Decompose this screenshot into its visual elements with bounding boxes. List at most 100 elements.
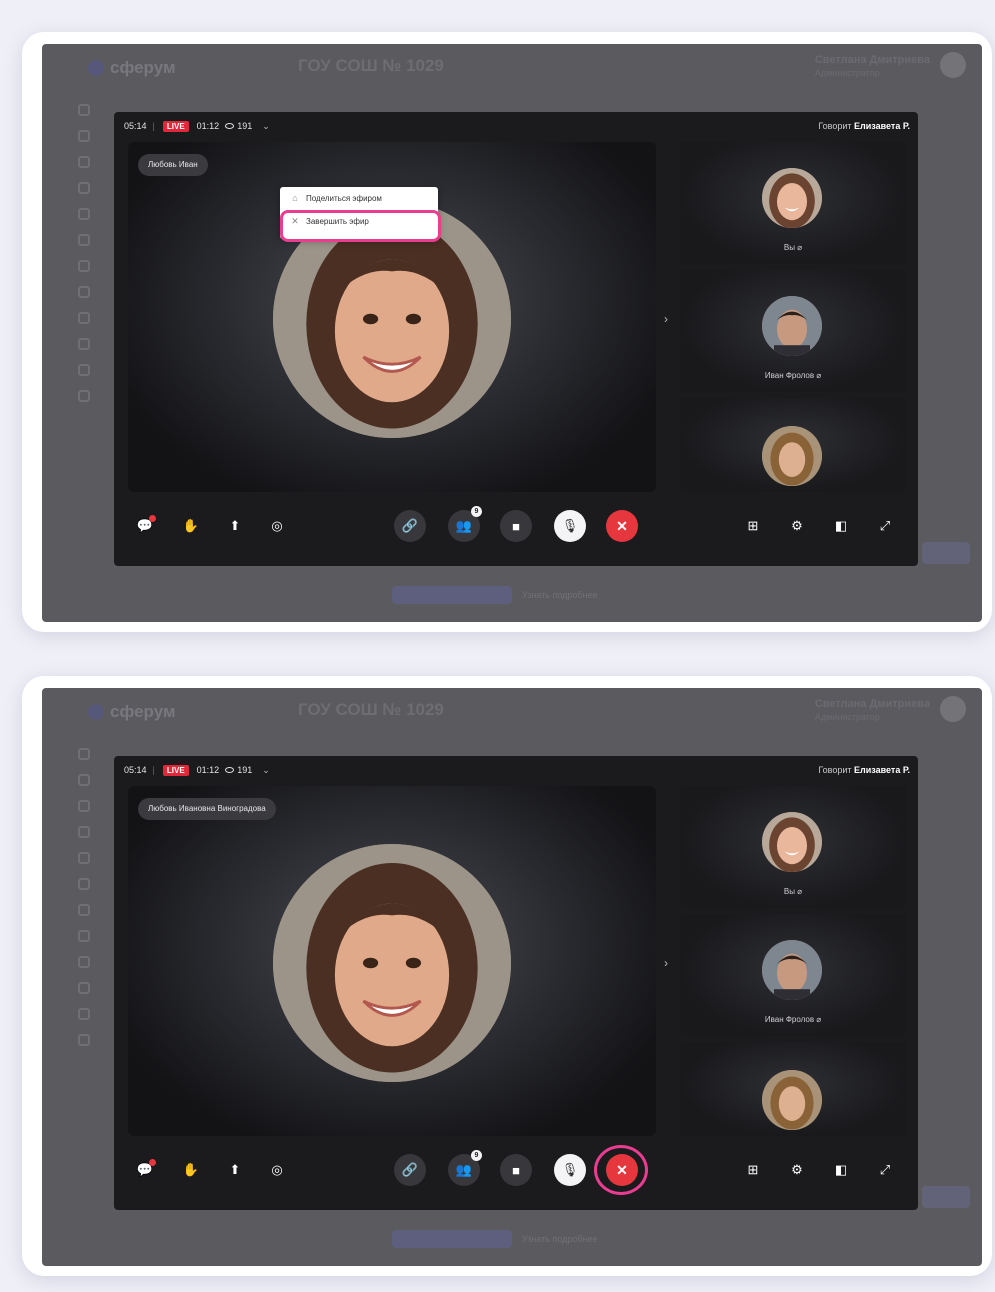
raise-hand-button[interactable]: ✋ (180, 515, 202, 537)
participants-button[interactable]: 👥 9 (448, 1150, 482, 1186)
camera-button[interactable]: ■ (500, 510, 532, 542)
picture-in-picture-button[interactable]: ◧ (830, 1159, 852, 1181)
share-screen-button[interactable]: ⬆ (224, 1159, 246, 1181)
logo-icon (88, 60, 104, 76)
hand-icon: ✋ (182, 1162, 200, 1177)
school-title: ГОУ СОШ № 1029 (298, 700, 444, 719)
sidebar-icon (78, 852, 90, 864)
man-face-icon (762, 296, 822, 356)
woman-face-icon (762, 1070, 822, 1130)
gear-icon: ⚙ (791, 1162, 803, 1177)
background-sidebar (78, 748, 94, 1060)
participant-label: Иван Фролов ⌀ (764, 371, 822, 380)
sidebar-icon (78, 904, 90, 916)
participants-strip: Вы ⌀ Иван Фролов ⌀ (680, 786, 906, 1136)
layout-grid-button[interactable]: ⊞ (742, 515, 764, 537)
camera-button[interactable]: ■ (500, 1154, 532, 1186)
man-face-icon (762, 940, 822, 1000)
participant-face (273, 844, 511, 1082)
settings-button[interactable]: ⚙ (786, 1159, 808, 1181)
sidebar-icon (78, 130, 90, 142)
link-icon: 🔗 (401, 1162, 419, 1177)
fullscreen-button[interactable]: ⤢ (874, 515, 896, 537)
chat-button[interactable]: 💬 (134, 515, 156, 537)
layout-grid-button[interactable]: ⊞ (742, 1159, 764, 1181)
broadcast-button[interactable]: ◎ (266, 515, 288, 537)
chevron-right-icon[interactable]: › (664, 312, 668, 326)
background-header: сферум ГОУ СОШ № 1029 Светлана Дмитриева… (42, 688, 982, 738)
microphone-button[interactable]: 🎙 (554, 510, 586, 542)
sidebar-icon (78, 800, 90, 812)
separator: | (152, 765, 155, 775)
sidebar-icon (78, 260, 90, 272)
sidebar-icon (78, 208, 90, 220)
avatar (940, 52, 966, 78)
menu-item-share-stream[interactable]: ⌂ Поделиться эфиром (280, 187, 438, 209)
sidebar-icon (78, 878, 90, 890)
participant-tile[interactable] (680, 1042, 906, 1136)
participant-name-pill: Любовь Иван (138, 154, 208, 176)
picture-in-picture-button[interactable]: ◧ (830, 515, 852, 537)
mic-off-icon: ⌀ (797, 243, 803, 252)
raise-hand-button[interactable]: ✋ (180, 1159, 202, 1181)
call-controls: 💬 ✋ ⬆ ◎ 🔗 👥 9 ■ 🎙 ✕ ⊞ ⚙ ◧ ⤢ (114, 1145, 918, 1195)
expand-icon: ⤢ (879, 518, 891, 533)
sidebar-icon (78, 338, 90, 350)
share-icon: ⌂ (292, 193, 298, 203)
chevron-down-icon[interactable]: ⌄ (262, 765, 270, 776)
share-screen-icon: ⬆ (229, 518, 241, 533)
copy-link-button[interactable]: 🔗 (394, 510, 426, 542)
background-header: сферум ГОУ СОШ № 1029 Светлана Дмитриева… (42, 44, 982, 94)
camera-icon: ■ (512, 1162, 520, 1178)
call-controls: 💬 ✋ ⬆ ◎ 🔗 👥 9 ■ 🎙 ✕ ⊞ ⚙ ◧ ⤢ (114, 506, 918, 546)
broadcast-button[interactable]: ◎ (266, 1159, 288, 1181)
clock: 05:14 (124, 121, 147, 131)
chevron-down-icon[interactable]: ⌄ (262, 121, 270, 132)
mic-off-icon: ⌀ (797, 887, 803, 896)
close-icon: ✕ (616, 517, 628, 534)
participant-tile[interactable] (680, 398, 906, 492)
pip-icon: ◧ (834, 1162, 848, 1177)
participant-face (762, 812, 822, 872)
background-right-button (922, 1186, 970, 1208)
sidebar-icon (78, 1008, 90, 1020)
stream-duration: 01:12 (196, 121, 220, 131)
highlight-ring (280, 210, 441, 242)
people-icon: 👥 (455, 1162, 473, 1177)
mic-off-icon: ⌀ (816, 1015, 822, 1024)
background-right-button (922, 542, 970, 564)
highlight-ring (594, 1145, 648, 1195)
microphone-button[interactable]: 🎙 (554, 1154, 586, 1186)
user-info: Светлана Дмитриева Администратор (815, 54, 930, 78)
hand-icon: ✋ (182, 518, 200, 533)
share-screen-icon: ⬆ (229, 1162, 241, 1177)
grid-icon: ⊞ (747, 1162, 759, 1177)
participants-button[interactable]: 👥 9 (448, 506, 482, 542)
background-button (392, 1230, 512, 1248)
participants-badge: 9 (471, 1150, 482, 1161)
stream-duration: 01:12 (196, 765, 220, 775)
gear-icon: ⚙ (791, 518, 803, 533)
participant-tile[interactable]: Иван Фролов ⌀ (680, 270, 906, 392)
sidebar-icon (78, 104, 90, 116)
user-name: Светлана Дмитриева (814, 54, 930, 66)
chat-button[interactable]: 💬 (134, 1159, 156, 1181)
sidebar-icon (78, 390, 90, 402)
call-topbar: 05:14 | LIVE 01:12 191 ⌄ Говорит Елизаве… (124, 762, 910, 778)
participant-tile[interactable]: Иван Фролов ⌀ (680, 914, 906, 1036)
participant-tile[interactable]: Вы ⌀ (680, 142, 906, 264)
copy-link-button[interactable]: 🔗 (394, 1154, 426, 1186)
clock: 05:14 (124, 765, 147, 775)
participant-tile[interactable]: Вы ⌀ (680, 786, 906, 908)
viewer-count: 191 (237, 765, 253, 775)
settings-button[interactable]: ⚙ (786, 515, 808, 537)
chevron-right-icon[interactable]: › (664, 956, 668, 970)
share-screen-button[interactable]: ⬆ (224, 515, 246, 537)
school-title: ГОУ СОШ № 1029 (298, 56, 444, 75)
app-screen: сферум ГОУ СОШ № 1029 Светлана Дмитриева… (42, 688, 982, 1266)
sidebar-icon (78, 1034, 90, 1046)
fullscreen-button[interactable]: ⤢ (874, 1159, 896, 1181)
eye-icon (225, 767, 235, 773)
current-speaker: Говорит Елизавета Р. (818, 121, 910, 131)
end-call-button[interactable]: ✕ (606, 510, 638, 542)
